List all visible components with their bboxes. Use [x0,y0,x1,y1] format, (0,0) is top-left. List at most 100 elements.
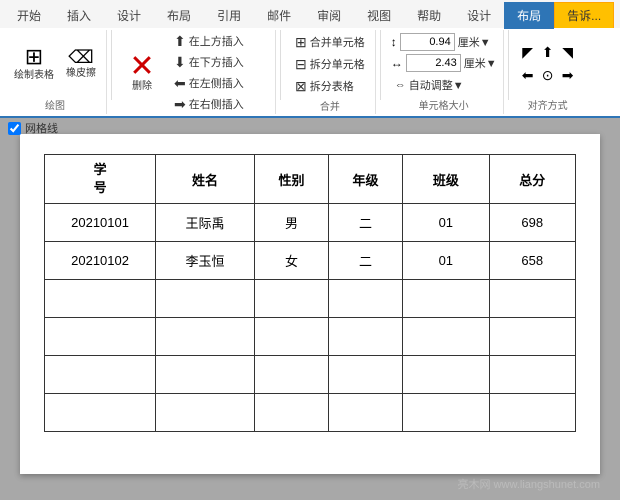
auto-adjust-button[interactable]: ⇔ 自动调整▼ [391,75,497,95]
cell-gender-1: 男 [254,204,328,242]
cell-name-6 [156,394,255,432]
width-input[interactable] [406,54,461,72]
cell-total-5 [489,356,575,394]
divider-3 [380,30,381,100]
draw-table-icon: ⊞ [25,46,43,68]
delete-button[interactable]: 删除 [122,49,162,95]
split-table-button[interactable]: ⊠ 拆分表格 [291,76,358,96]
cell-id-3 [45,280,156,318]
insert-left-button[interactable]: ⬅ 在左侧插入 [170,73,248,93]
table-row [45,280,576,318]
ribbon-group-merge: ⊞ 合并单元格 ⊟ 拆分单元格 ⊠ 拆分表格 合并 [285,30,376,114]
align-mc-icon: ⊙ [542,67,554,84]
tab-help[interactable]: 帮助 [404,2,454,28]
merge-cells-button[interactable]: ⊞ 合并单元格 [291,32,369,52]
gridlines-checkbox[interactable] [8,122,21,135]
align-tc-button[interactable]: ⬆ [539,42,557,63]
gridlines-control: 网格线 [8,120,58,136]
draw-table-button[interactable]: ⊞ 绘制表格 [10,44,58,84]
header-id: 学号 [45,155,156,204]
align-tc-icon: ⬆ [542,44,554,61]
eraser-label: 橡皮擦 [66,68,96,80]
tab-alert[interactable]: 告诉... [554,2,614,28]
table-row: 20210101 王际禹 男 二 01 698 [45,204,576,242]
cell-class-4 [403,318,489,356]
cell-id-2: 20210102 [45,242,156,280]
delete-label: 删除 [132,81,152,93]
cell-total-3 [489,280,575,318]
tab-table-design[interactable]: 设计 [454,2,504,28]
cell-id-1: 20210101 [45,204,156,242]
width-unit[interactable]: 厘米▼ [464,55,497,71]
split-table-icon: ⊠ [295,79,307,93]
cell-grade-1: 二 [329,204,403,242]
delete-icon [128,51,156,79]
tab-reference[interactable]: 引用 [204,2,254,28]
tab-view[interactable]: 视图 [354,2,404,28]
auto-adjust-label: 自动调整▼ [409,77,464,93]
align-tl-button[interactable]: ◤ [519,42,537,63]
cell-gender-6 [254,394,328,432]
align-ml-button[interactable]: ⬅ [519,65,537,86]
insert-left-label: 在左侧插入 [189,75,244,91]
align-label: 对齐方式 [528,95,568,112]
tab-table-layout[interactable]: 布局 [504,2,554,29]
insert-above-icon: ⬆ [174,34,186,48]
insert-above-button[interactable]: ⬆ 在上方插入 [170,31,248,51]
data-table: 学号 姓名 性别 年级 班级 总分 20210101 王际禹 男 二 01 69… [44,154,576,432]
divider-1 [111,30,112,100]
align-mr-button[interactable]: ➡ [559,65,577,86]
insert-right-button[interactable]: ➡ 在右侧插入 [170,94,248,114]
document-area: 网格线 学号 姓名 性别 年级 班级 总分 [0,118,620,500]
eraser-button[interactable]: ⌫ 橡皮擦 [62,46,100,82]
align-tr-icon: ◥ [562,44,573,61]
document-page: 学号 姓名 性别 年级 班级 总分 20210101 王际禹 男 二 01 69… [20,134,600,474]
cell-gender-3 [254,280,328,318]
height-input[interactable] [400,33,455,51]
ribbon-group-rows-cols: 删除 ⬆ 在上方插入 ⬇ 在下方插入 ⬅ 在左侧插入 ➡ 在右侧插入 行和列 [116,30,276,114]
merge-cells-label: 合并单元格 [310,34,365,50]
tab-design[interactable]: 设计 [104,2,154,28]
tab-layout1[interactable]: 布局 [154,2,204,28]
header-total: 总分 [489,155,575,204]
tab-start[interactable]: 开始 [4,2,54,28]
tab-mail[interactable]: 邮件 [254,2,304,28]
cell-size-label: 单元格大小 [419,95,469,112]
cell-name-1: 王际禹 [156,204,255,242]
cell-grade-6 [329,394,403,432]
header-gender: 性别 [254,155,328,204]
ribbon-group-align: ◤ ⬆ ◥ ⬅ ⊙ ➡ 对齐方式 [513,30,583,114]
ribbon-tabs: 开始 插入 设计 布局 引用 邮件 审阅 视图 帮助 设计 布局 告诉... [0,0,620,28]
cell-class-2: 01 [403,242,489,280]
insert-below-label: 在下方插入 [189,54,244,70]
split-cells-button[interactable]: ⊟ 拆分单元格 [291,54,369,74]
cell-grade-5 [329,356,403,394]
cell-id-5 [45,356,156,394]
insert-right-label: 在右侧插入 [189,96,244,112]
cell-total-6 [489,394,575,432]
tab-insert[interactable]: 插入 [54,2,104,28]
cell-class-1: 01 [403,204,489,242]
height-unit[interactable]: 厘米▼ [458,34,491,50]
tab-review[interactable]: 审阅 [304,2,354,28]
divider-2 [280,30,281,100]
cell-class-6 [403,394,489,432]
cell-name-2: 李玉恒 [156,242,255,280]
ribbon-toolbar: ⊞ 绘制表格 ⌫ 橡皮擦 绘图 删除 ⬆ 在上方插入 [0,28,620,118]
insert-right-icon: ➡ [174,97,186,111]
insert-below-button[interactable]: ⬇ 在下方插入 [170,52,248,72]
table-header-row: 学号 姓名 性别 年级 班级 总分 [45,155,576,204]
align-mr-icon: ➡ [562,67,574,84]
divider-4 [508,30,509,100]
cell-gender-5 [254,356,328,394]
header-class: 班级 [403,155,489,204]
align-tr-button[interactable]: ◥ [559,42,577,63]
cell-grade-3 [329,280,403,318]
height-row: ↕ 厘米▼ [391,33,491,51]
table-row: 20210102 李玉恒 女 二 01 658 [45,242,576,280]
align-mc-button[interactable]: ⊙ [539,65,557,86]
cell-total-1: 698 [489,204,575,242]
cell-grade-4 [329,318,403,356]
header-name: 姓名 [156,155,255,204]
split-table-label: 拆分表格 [310,78,354,94]
